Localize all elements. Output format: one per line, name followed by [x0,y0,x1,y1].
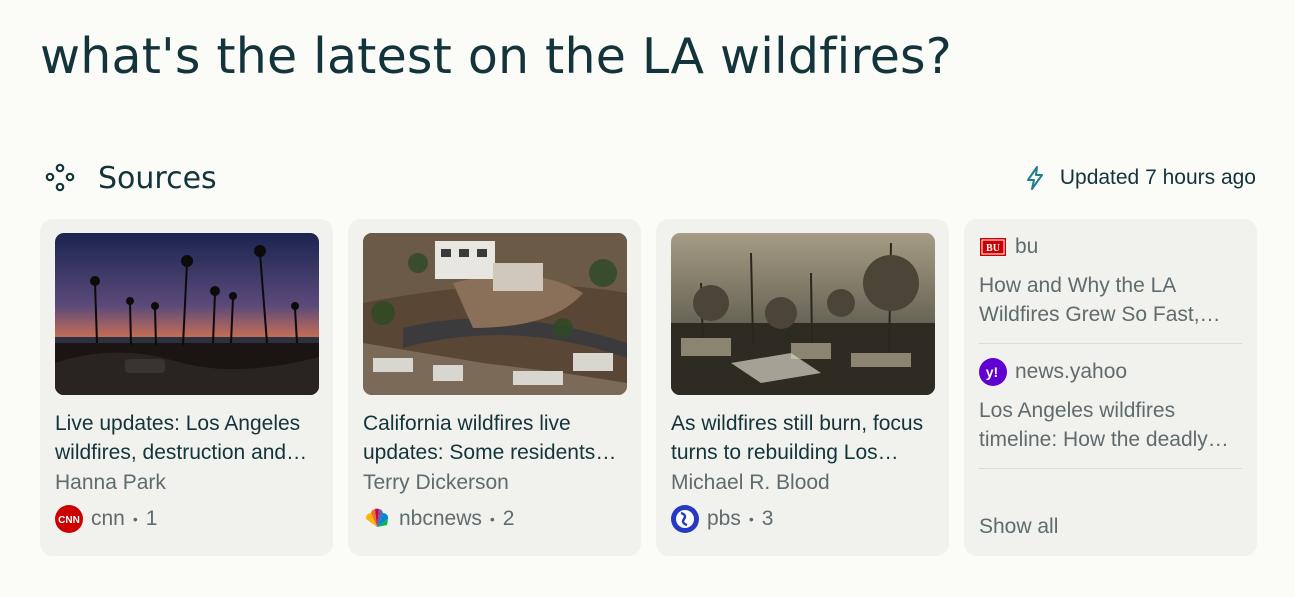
source-site: cnn [91,507,125,530]
query-title: what's the latest on the LA wildfires? [40,28,952,85]
source-meta: CNN cnn • 1 [55,505,318,533]
source-site: pbs [707,507,741,530]
side-source-site: news.yahoo [1015,360,1128,383]
side-source-head: y! news.yahoo [979,358,1242,386]
sources-icon [45,163,75,192]
separator-dot: • [132,511,138,527]
side-source-head: BU bu [979,233,1242,261]
source-author: Michael R. Blood [671,471,830,494]
updated-status: Updated 7 hours ago [1024,165,1256,191]
side-source-site: bu [1015,235,1039,258]
source-thumbnail [671,233,935,395]
side-source-item[interactable]: BU bu How and Why the LA Wildfires Grew … [979,233,1242,344]
svg-text:BU: BU [986,243,1000,254]
source-thumbnail [55,233,319,395]
source-cards: Live updates: Los Angeles wildfires, des… [40,219,1257,556]
source-author: Hanna Park [55,471,166,494]
source-card[interactable]: Live updates: Los Angeles wildfires, des… [40,219,333,556]
sources-heading: Sources [44,161,217,196]
show-all-link[interactable]: Show all [979,515,1058,539]
sources-header: Sources Updated 7 hours ago [44,158,1256,198]
side-source-title[interactable]: Los Angeles wildfires timeline: How the … [979,396,1242,454]
more-sources-card: BU bu How and Why the LA Wildfires Grew … [964,219,1257,556]
source-meta: pbs • 3 [671,505,934,533]
source-thumbnail [363,233,627,395]
cnn-favicon-icon: CNN [55,505,83,533]
source-title[interactable]: As wildfires still burn, focus turns to … [671,409,934,467]
updated-text: Updated 7 hours ago [1059,166,1256,189]
side-source-title[interactable]: How and Why the LA Wildfires Grew So Fas… [979,271,1242,329]
source-site: nbcnews [399,507,482,530]
nbc-peacock-icon [365,508,389,527]
source-index: 3 [761,507,774,530]
source-index: 2 [502,507,515,530]
pbs-favicon-icon [671,505,699,533]
source-card[interactable]: California wildfires live updates: Some … [348,219,641,556]
side-source-item[interactable]: y! news.yahoo Los Angeles wildfires time… [979,358,1242,469]
source-card[interactable]: As wildfires still burn, focus turns to … [656,219,949,556]
bu-favicon-icon: BU [980,238,1006,256]
source-index: 1 [145,507,158,530]
source-meta: nbcnews • 2 [363,505,626,533]
svg-text:CNN: CNN [58,515,80,526]
page: what's the latest on the LA wildfires? S… [0,0,1295,597]
separator-dot: • [489,511,495,527]
source-title[interactable]: Live updates: Los Angeles wildfires, des… [55,409,318,467]
svg-text:y!: y! [986,364,998,380]
sources-title: Sources [98,160,217,196]
source-author: Terry Dickerson [363,471,509,494]
bolt-icon [1026,166,1043,190]
separator-dot: • [748,511,754,527]
source-title[interactable]: California wildfires live updates: Some … [363,409,626,467]
yahoo-favicon-icon: y! [979,358,1007,386]
